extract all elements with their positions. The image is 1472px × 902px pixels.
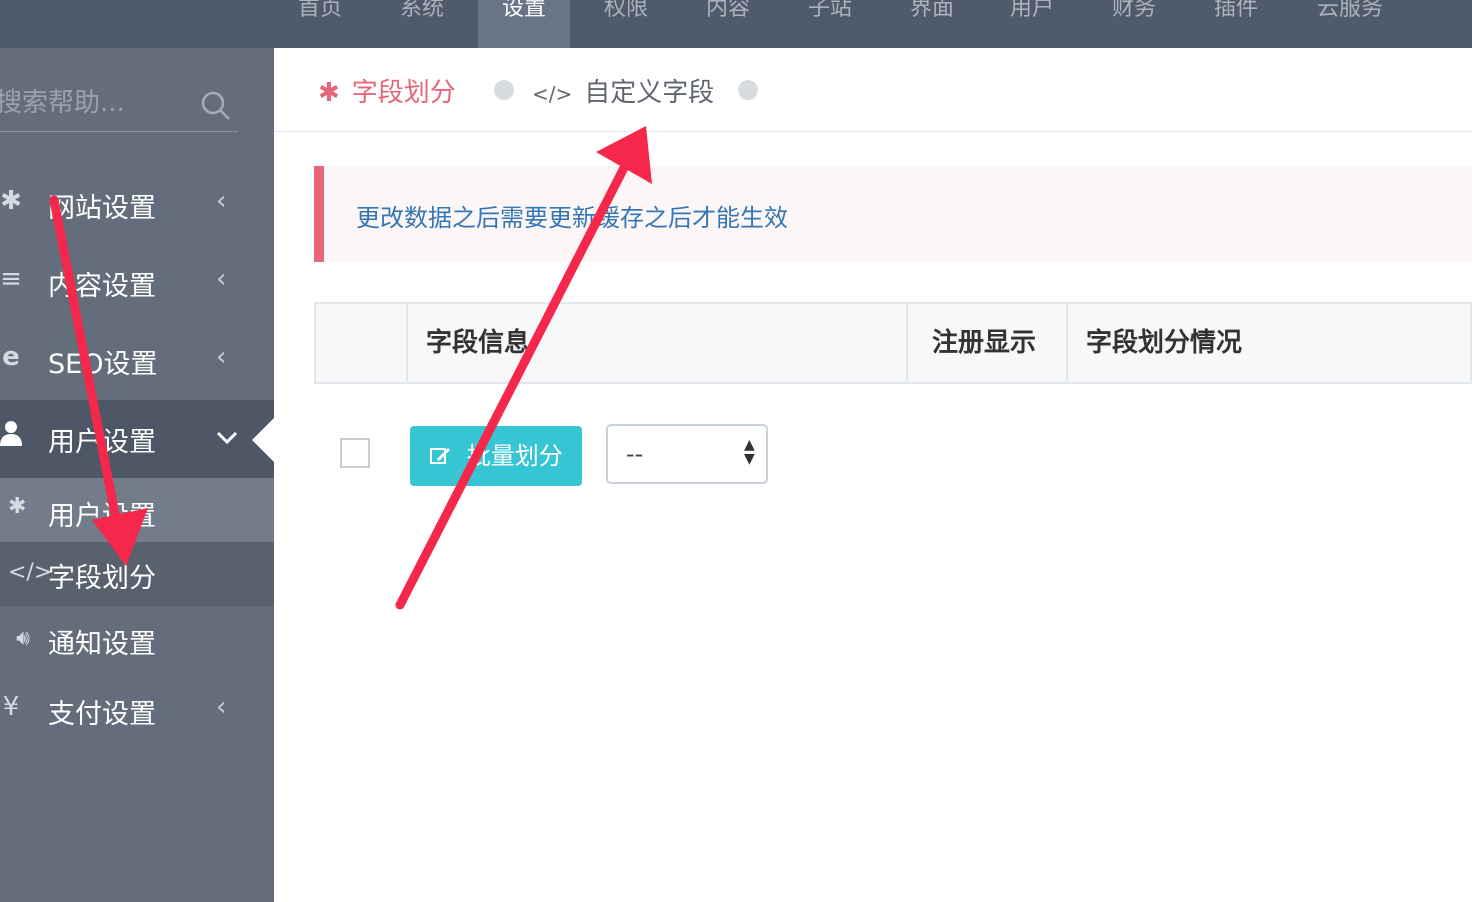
sidebar-item-content-settings[interactable]: ≡ 内容设置 ‹ — [0, 264, 274, 304]
column-header-register-display: 注册显示 — [932, 328, 1037, 358]
info-alert: 更改数据之后需要更新缓存之后才能生效 — [314, 166, 1472, 262]
volume-icon: 🔊︎ — [16, 626, 30, 651]
code-icon: </> — [532, 82, 573, 106]
search-box[interactable]: 搜索帮助... — [0, 78, 238, 132]
column-header-field-info: 字段信息 — [426, 328, 531, 358]
table-header: 字段信息 注册显示 字段划分情况 — [314, 302, 1472, 384]
sidebar-item-label: 通知设置 — [48, 629, 156, 660]
select-arrows-icon: ▲ ▼ — [744, 437, 755, 467]
submenu-item-field-division[interactable]: </> 字段划分 — [0, 542, 274, 606]
sidebar-item-label: SEO设置 — [48, 349, 158, 380]
sidebar-item-payment-settings[interactable]: ¥ 支付设置 ‹ — [0, 692, 274, 732]
nav-interface[interactable]: 界面 — [892, 0, 972, 48]
select-all-checkbox[interactable] — [340, 438, 370, 468]
e-icon: e — [2, 342, 20, 372]
tab-bar: ✱ 字段划分 </> 自定义字段 — [274, 48, 1472, 132]
sidebar-item-label: 内容设置 — [48, 271, 156, 302]
gear-icon: ✱ — [318, 78, 340, 108]
sidebar-item-label: 网站设置 — [48, 193, 156, 224]
button-label: 批量划分 — [466, 442, 563, 470]
gear-icon: ✱ — [0, 186, 22, 216]
main-content: ✱ 字段划分 </> 自定义字段 更改数据之后需要更新缓存之后才能生效 字段信息 注… — [274, 48, 1472, 902]
nav-finance[interactable]: 财务 — [1094, 0, 1174, 48]
submenu-user-settings: ✱ 用户设置 </> 字段划分 — [0, 478, 274, 606]
column-divider — [906, 304, 908, 382]
yen-icon: ¥ — [2, 692, 20, 722]
sidebar-item-user-settings[interactable]: 用户设置 — [0, 400, 274, 478]
chevron-left-icon: ‹ — [216, 264, 227, 294]
chevron-left-icon: ‹ — [216, 692, 227, 722]
sidebar-item-label: 用户设置 — [48, 427, 156, 458]
nav-content[interactable]: 内容 — [688, 0, 768, 48]
column-divider — [406, 304, 408, 382]
select-value: -- — [626, 440, 644, 468]
search-icon[interactable] — [200, 90, 232, 126]
edit-icon — [429, 442, 459, 470]
sidebar-item-site-settings[interactable]: ✱ 网站设置 ‹ — [0, 186, 274, 226]
submenu-item-user-settings[interactable]: ✱ 用户设置 — [0, 480, 274, 542]
code-icon: </> — [8, 560, 53, 585]
sidebar-item-label: 支付设置 — [48, 699, 156, 730]
batch-divide-button[interactable]: 批量划分 — [410, 426, 582, 486]
user-icon — [0, 420, 26, 453]
submenu-item-label: 字段划分 — [48, 563, 156, 594]
division-select[interactable]: -- ▲ ▼ — [606, 424, 768, 484]
nav-settings[interactable]: 设置 — [478, 0, 570, 48]
chevron-down-icon — [216, 422, 238, 452]
column-header-division-status: 字段划分情况 — [1086, 328, 1243, 358]
chevron-left-icon: ‹ — [216, 186, 227, 216]
nav-users[interactable]: 用户 — [992, 0, 1072, 48]
nav-cloud[interactable]: 云服务 — [1300, 0, 1400, 48]
tab-separator-dot — [738, 80, 758, 100]
sidebar-item-notification-settings[interactable]: 🔊︎ 通知设置 — [0, 622, 274, 662]
nav-system[interactable]: 系统 — [382, 0, 462, 48]
nav-substation[interactable]: 子站 — [790, 0, 870, 48]
sidebar-item-seo-settings[interactable]: e SEO设置 ‹ — [0, 342, 274, 382]
nav-home[interactable]: 首页 — [280, 0, 360, 48]
tab-field-division[interactable]: ✱ 字段划分 — [318, 72, 456, 109]
top-nav: 首页 系统 设置 权限 内容 子站 界面 用户 财务 插件 云服务 — [0, 0, 1472, 48]
column-divider — [1066, 304, 1068, 382]
nav-plugins[interactable]: 插件 — [1196, 0, 1276, 48]
list-icon: ≡ — [0, 264, 22, 294]
sidebar: 搜索帮助... ✱ 网站设置 ‹ ≡ 内容设置 ‹ e SEO设置 ‹ 用户设置… — [0, 48, 274, 902]
gear-icon: ✱ — [8, 494, 27, 519]
nav-permissions[interactable]: 权限 — [586, 0, 666, 48]
active-indicator — [252, 418, 274, 462]
tab-separator-dot — [494, 80, 514, 100]
tab-label: 字段划分 — [351, 78, 456, 108]
chevron-left-icon: ‹ — [216, 342, 227, 372]
alert-message: 更改数据之后需要更新缓存之后才能生效 — [356, 204, 788, 232]
submenu-item-label: 用户设置 — [48, 501, 156, 532]
search-input[interactable]: 搜索帮助... — [0, 82, 125, 119]
tab-custom-fields[interactable]: </> 自定义字段 — [532, 72, 714, 109]
tab-label: 自定义字段 — [584, 78, 715, 108]
